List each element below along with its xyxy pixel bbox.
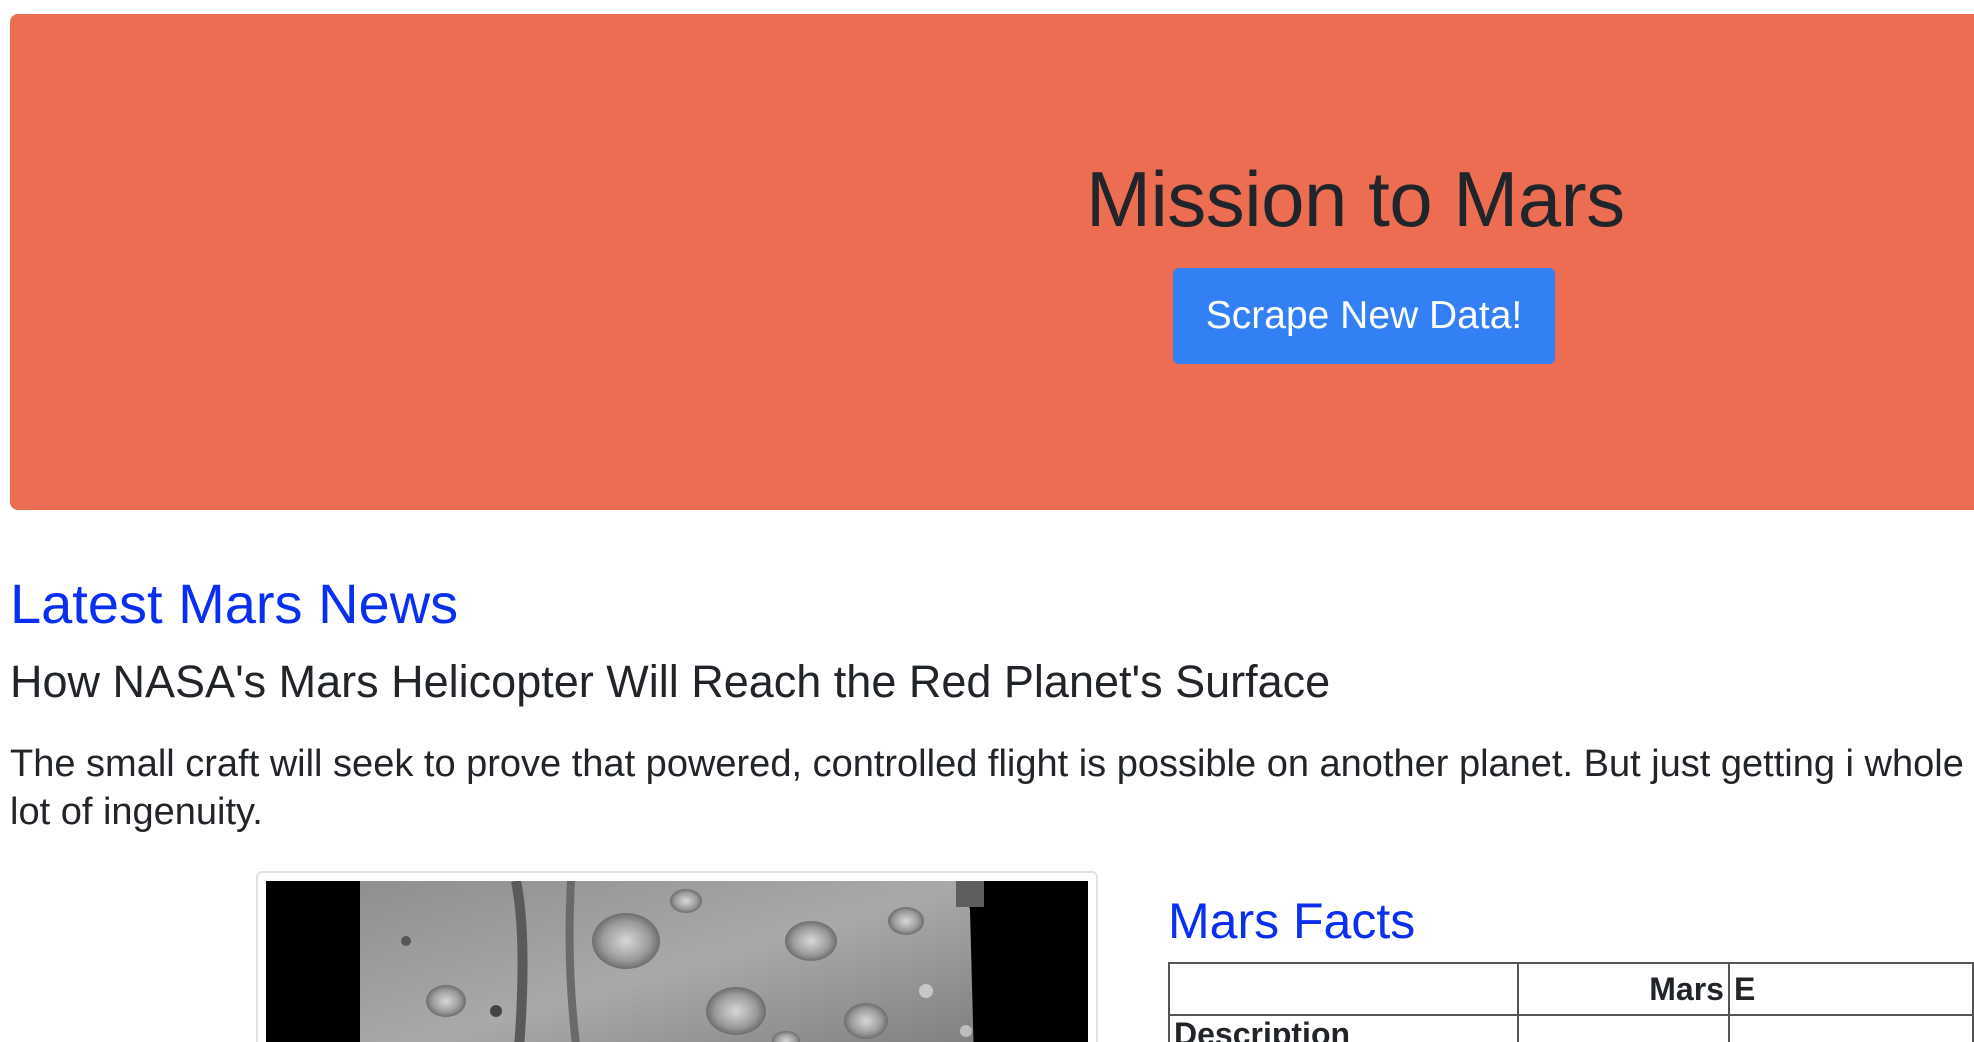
table-header-cell: E bbox=[1727, 962, 1974, 1016]
mars-facts-heading: Mars Facts bbox=[1168, 893, 1416, 949]
table-cell bbox=[1517, 1014, 1730, 1042]
mars-surface-image[interactable] bbox=[266, 881, 1088, 1042]
page: Mission to Mars Scrape New Data! Latest … bbox=[0, 0, 1974, 1042]
page-title: Mission to Mars bbox=[1086, 155, 1625, 243]
news-paragraph: The small craft will seek to prove that … bbox=[10, 740, 1974, 836]
table-header-cell bbox=[1167, 962, 1520, 1016]
featured-image-card bbox=[256, 871, 1098, 1042]
jumbotron-inner: Mission to Mars Scrape New Data! bbox=[10, 14, 1974, 510]
news-paragraph-text: The small craft will seek to prove that … bbox=[10, 743, 1964, 833]
latest-news-heading: Latest Mars News bbox=[10, 572, 459, 635]
table-cell bbox=[1727, 1014, 1974, 1042]
mars-facts-table: Mars E Description bbox=[1167, 962, 1974, 1042]
table-row: Description bbox=[1167, 1014, 1974, 1042]
news-title: How NASA's Mars Helicopter Will Reach th… bbox=[10, 656, 1331, 707]
scrape-new-data-button[interactable]: Scrape New Data! bbox=[1173, 268, 1555, 364]
table-header-row: Mars E bbox=[1167, 962, 1974, 1016]
jumbotron: Mission to Mars Scrape New Data! bbox=[10, 14, 1974, 510]
mars-surface-icon bbox=[266, 881, 1088, 1042]
table-header-cell: Mars bbox=[1517, 962, 1730, 1016]
table-row-label: Description bbox=[1167, 1014, 1520, 1042]
